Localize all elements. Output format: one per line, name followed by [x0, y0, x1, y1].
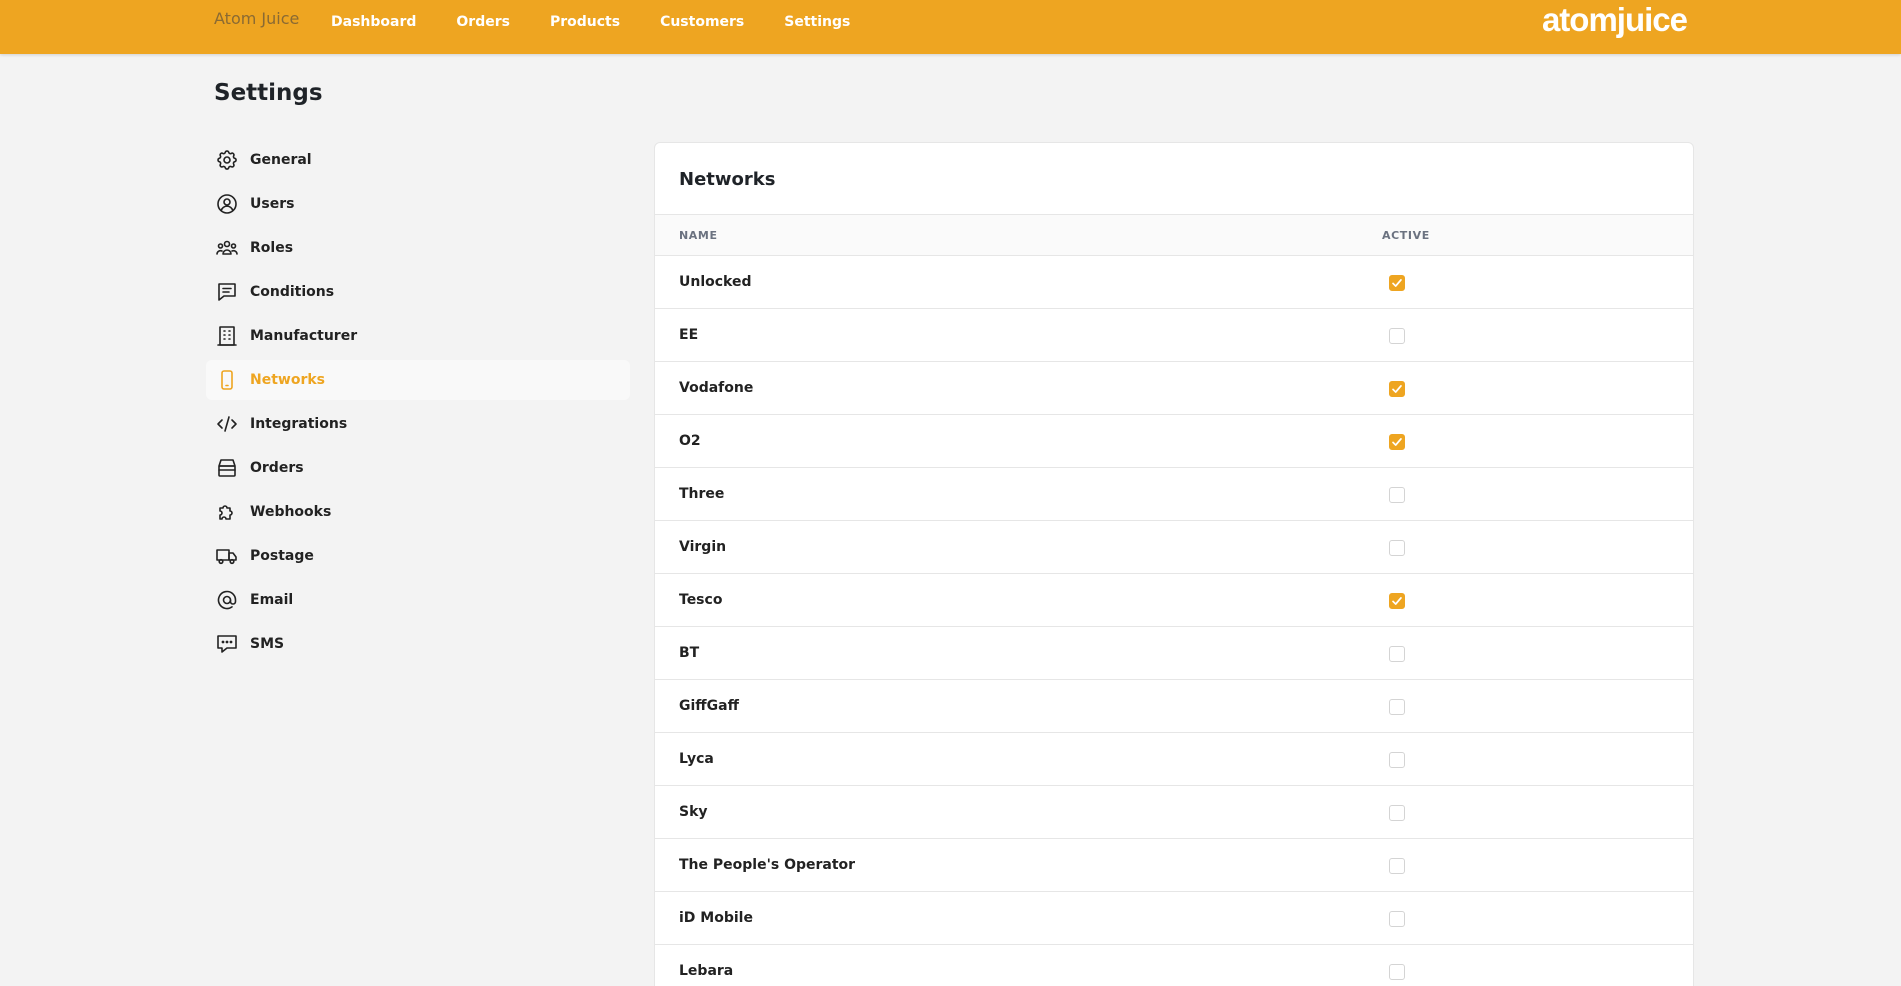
table-row: Tesco	[655, 574, 1693, 627]
code-icon	[214, 411, 240, 437]
table-row: The People's Operator	[655, 839, 1693, 892]
column-header-name[interactable]: NAME	[679, 229, 718, 242]
active-checkbox[interactable]	[1389, 911, 1405, 927]
sidebar-item-label: Networks	[250, 372, 326, 388]
network-name: O2	[679, 433, 701, 449]
sidebar-item-label: Email	[250, 592, 294, 608]
sidebar-item-label: Users	[250, 196, 295, 212]
nav-orders[interactable]: Orders	[456, 14, 510, 30]
settings-sidebar: General Users Roles Conditions Manufactu…	[206, 140, 630, 668]
table-row: Sky	[655, 786, 1693, 839]
sidebar-item-label: Webhooks	[250, 504, 332, 520]
networks-table-body: Unlocked EE Vodafone O2 Three Virgin Tesco BT Gi…	[655, 256, 1693, 986]
sidebar-item-label: Orders	[250, 460, 304, 476]
table-row: Lyca	[655, 733, 1693, 786]
table-row: Lebara	[655, 945, 1693, 986]
active-checkbox[interactable]	[1389, 275, 1405, 291]
table-row: Virgin	[655, 521, 1693, 574]
active-checkbox[interactable]	[1389, 593, 1405, 609]
user-group-icon	[214, 235, 240, 261]
sidebar-item-sms[interactable]: SMS	[206, 624, 630, 664]
column-header-active[interactable]: ACTIVE	[1382, 229, 1430, 242]
atomjuice-logo[interactable]: atomjuice	[1542, 1, 1688, 39]
sidebar-item-label: Integrations	[250, 416, 348, 432]
checkmark-icon	[1392, 279, 1402, 287]
network-name: Sky	[679, 804, 708, 820]
table-row: Three	[655, 468, 1693, 521]
network-name: Lyca	[679, 751, 714, 767]
network-name: Lebara	[679, 963, 734, 979]
page-title: Settings	[214, 80, 323, 106]
sidebar-item-label: Roles	[250, 240, 294, 256]
table-row: EE	[655, 309, 1693, 362]
sidebar-item-label: General	[250, 152, 312, 168]
puzzle-icon	[214, 499, 240, 525]
active-checkbox[interactable]	[1389, 540, 1405, 556]
mobile-phone-icon	[214, 367, 240, 393]
sidebar-item-postage[interactable]: Postage	[206, 536, 630, 576]
checkmark-icon	[1392, 597, 1402, 605]
networks-card: Networks NAME ACTIVE Unlocked EE Vodafone O…	[654, 142, 1694, 986]
sidebar-item-networks[interactable]: Networks	[206, 360, 630, 400]
nav-customers[interactable]: Customers	[660, 14, 744, 30]
active-checkbox[interactable]	[1389, 646, 1405, 662]
network-name: Virgin	[679, 539, 727, 555]
user-circle-icon	[214, 191, 240, 217]
sidebar-item-label: SMS	[250, 636, 285, 652]
active-checkbox[interactable]	[1389, 699, 1405, 715]
main-nav: Dashboard Orders Products Customers Sett…	[331, 14, 890, 30]
sidebar-item-integrations[interactable]: Integrations	[206, 404, 630, 444]
active-checkbox[interactable]	[1389, 381, 1405, 397]
sidebar-item-email[interactable]: Email	[206, 580, 630, 620]
network-name: Unlocked	[679, 274, 752, 290]
truck-icon	[214, 543, 240, 569]
sidebar-item-users[interactable]: Users	[206, 184, 630, 224]
sidebar-item-label: Conditions	[250, 284, 335, 300]
network-name: EE	[679, 327, 699, 343]
archive-box-icon	[214, 455, 240, 481]
network-name: Vodafone	[679, 380, 754, 396]
checkmark-icon	[1392, 438, 1402, 446]
network-name: iD Mobile	[679, 910, 753, 926]
active-checkbox[interactable]	[1389, 805, 1405, 821]
active-checkbox[interactable]	[1389, 858, 1405, 874]
sidebar-item-orders[interactable]: Orders	[206, 448, 630, 488]
table-row: O2	[655, 415, 1693, 468]
chat-bubble-icon	[214, 631, 240, 657]
nav-dashboard[interactable]: Dashboard	[331, 14, 416, 30]
active-checkbox[interactable]	[1389, 434, 1405, 450]
active-checkbox[interactable]	[1389, 328, 1405, 344]
sidebar-item-label: Manufacturer	[250, 328, 358, 344]
network-name: Three	[679, 486, 725, 502]
checkmark-icon	[1392, 385, 1402, 393]
table-row: GiffGaff	[655, 680, 1693, 733]
sidebar-item-manufacturer[interactable]: Manufacturer	[206, 316, 630, 356]
network-name: GiffGaff	[679, 698, 739, 714]
network-name: Tesco	[679, 592, 723, 608]
top-navbar: Atom Juice Dashboard Orders Products Cus…	[0, 0, 1901, 54]
active-checkbox[interactable]	[1389, 964, 1405, 980]
table-header: NAME ACTIVE	[655, 214, 1693, 256]
card-title: Networks	[679, 169, 776, 190]
building-icon	[214, 323, 240, 349]
message-list-icon	[214, 279, 240, 305]
table-row: Vodafone	[655, 362, 1693, 415]
sidebar-item-roles[interactable]: Roles	[206, 228, 630, 268]
nav-products[interactable]: Products	[550, 14, 620, 30]
network-name: BT	[679, 645, 700, 661]
sidebar-item-label: Postage	[250, 548, 314, 564]
network-name: The People's Operator	[679, 857, 856, 873]
sidebar-item-general[interactable]: General	[206, 140, 630, 180]
table-row: BT	[655, 627, 1693, 680]
active-checkbox[interactable]	[1389, 487, 1405, 503]
table-row: iD Mobile	[655, 892, 1693, 945]
at-sign-icon	[214, 587, 240, 613]
table-row: Unlocked	[655, 256, 1693, 309]
sidebar-item-conditions[interactable]: Conditions	[206, 272, 630, 312]
brand-name[interactable]: Atom Juice	[214, 9, 299, 28]
active-checkbox[interactable]	[1389, 752, 1405, 768]
gear-icon	[214, 147, 240, 173]
nav-settings[interactable]: Settings	[784, 14, 850, 30]
sidebar-item-webhooks[interactable]: Webhooks	[206, 492, 630, 532]
